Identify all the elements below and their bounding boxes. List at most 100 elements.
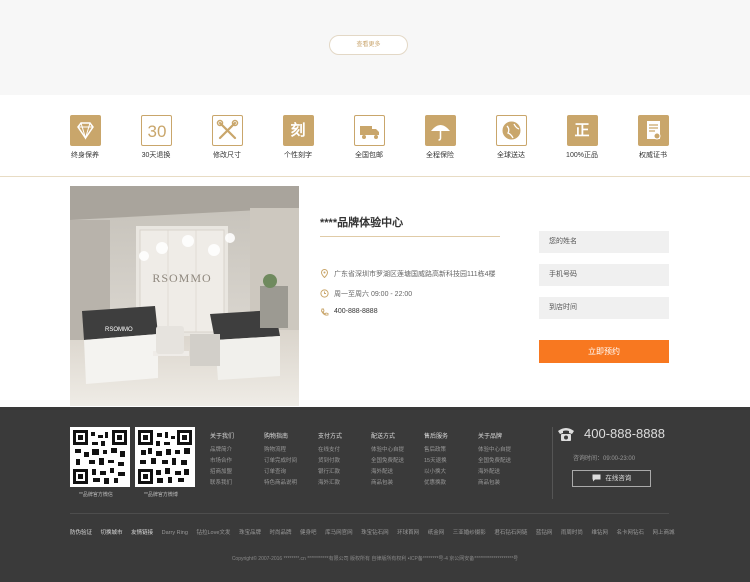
footer-col-about: 关于我们 品牌简介 市场合作 招商加盟 联系我们 [210,431,270,489]
weibo-qr-caption: **品牌官方微博 [144,492,178,498]
footer-col-after-sales: 售后服务 售后政策 15天退换 以小换大 优惠换款 [424,431,484,489]
title-underline [320,236,500,237]
footer-link[interactable]: 全国免费配送 [478,456,538,467]
service-global-delivery[interactable]: 全球送达 [485,115,537,160]
weibo-qr-code [135,427,195,487]
book-now-button[interactable]: 立即预约 [539,340,669,363]
friend-link[interactable]: Darry Ring [162,530,188,536]
footer-link[interactable]: 购物流程 [264,445,324,456]
friend-link[interactable]: 蓝钻网 [536,530,553,536]
footer-link[interactable]: 特色商品说明 [264,478,324,489]
service-label: 全球送达 [497,152,525,159]
footer-link[interactable]: 体验中心自提 [371,445,431,456]
footer-link[interactable]: 海外配送 [371,467,431,478]
top-section: 查看更多 [0,0,750,95]
footer-link[interactable]: 海外汇款 [318,478,378,489]
footer-link[interactable]: 优惠换款 [424,478,484,489]
footer-link[interactable]: 招商加盟 [210,467,270,478]
footer: **品牌官方微信 **品牌官方微博 关于我们 品牌简介 市场合作 招商加盟 联系… [0,407,750,582]
friend-link[interactable]: 库马网官网 [325,530,353,536]
service-certificate[interactable]: 权威证书 [627,115,679,160]
footer-link[interactable]: 体验中心自提 [478,445,538,456]
footer-link[interactable]: 品牌简介 [210,445,270,456]
footer-link[interactable]: 海外配送 [478,467,538,478]
friend-link[interactable]: 防伪验证 [70,530,92,536]
phone-icon [321,308,329,316]
footer-link[interactable]: 订单完成时间 [264,456,324,467]
engrave-icon: 刻 [282,115,314,146]
footer-col-title: 关于品牌 [478,434,503,440]
friend-link[interactable]: 切换城市 [101,530,123,536]
store-photo: RSOMMO RSOMMO [70,186,299,406]
footer-link[interactable]: 售后政策 [424,445,484,456]
footer-col-title: 购物指南 [264,434,289,440]
friend-link[interactable]: 珠宝钻石网 [361,530,389,536]
chat-bubble-icon [592,474,601,482]
friend-link[interactable]: 网上商城 [653,530,675,536]
footer-phone: 400-888-8888 [584,426,665,441]
copyright: Copyright© 2007-2016 ********.cn *******… [231,556,519,562]
service-label: 30天退换 [141,152,171,159]
footer-link[interactable]: 15天退换 [424,456,484,467]
view-more-button[interactable]: 查看更多 [329,35,408,55]
footer-col-title: 支付方式 [318,434,343,440]
friend-link[interactable]: 维钻网 [591,530,608,536]
genuine-icon: 正 [566,115,598,146]
wechat-qr-code [70,427,130,487]
service-30-day-return[interactable]: 30 30天退换 [130,115,182,160]
service-label: 100%正品 [566,152,598,159]
friend-link[interactable]: 三亚婚纱摄影 [453,530,486,536]
service-resize[interactable]: 修改尺寸 [201,115,253,160]
friend-link[interactable]: 名卡网钻石 [617,530,645,536]
store-phone-text: 400-888-8888 [334,308,378,315]
umbrella-icon [424,115,456,146]
friend-link[interactable]: 健身吧 [300,530,317,536]
service-engraving[interactable]: 刻 个性刻字 [272,115,324,160]
footer-link[interactable]: 银行汇款 [318,467,378,478]
footer-link[interactable]: 以小换大 [424,467,484,478]
location-pin-icon [320,269,329,278]
name-input[interactable]: 您的姓名 [539,231,669,253]
footer-link[interactable]: 在线支付 [318,445,378,456]
store-counter-sign: RSOMMO [105,327,133,333]
online-consult-label: 在线咨询 [605,475,632,482]
tools-icon [211,115,243,146]
footer-friend-links: 防伪验证 切换城市 友情链接 Darry Ring 钻拉Love文发 珠宝品牌 … [70,528,682,536]
friend-link[interactable]: 君石钻石网链 [494,530,527,536]
online-consult-button[interactable]: 在线咨询 [572,470,651,487]
friend-link[interactable]: 珠宝品牌 [239,530,261,536]
friend-link[interactable]: 环球首网 [397,530,419,536]
visit-time-input[interactable]: 到店时间 [539,297,669,319]
phone-input[interactable]: 手机号码 [539,264,669,286]
footer-link[interactable]: 货到付款 [318,456,378,467]
footer-col-brand: 关于品牌 体验中心自提 全国免费配送 海外配送 商品包装 [478,431,538,489]
service-insurance[interactable]: 全程保险 [414,115,466,160]
service-free-shipping[interactable]: 全国包邮 [343,115,395,160]
store-address-text: 广东省深圳市罗湖区莲塘国威路高新科技园111栋4楼 [334,271,496,278]
footer-col-shopping-guide: 购物指南 购物流程 订单完成时间 订单查询 特色商品说明 [264,431,324,489]
friend-link[interactable]: 钻拉Love文发 [196,530,230,536]
diamond-icon [69,115,101,146]
footer-link[interactable]: 商品包装 [371,478,431,489]
footer-link[interactable]: 联系我们 [210,478,270,489]
footer-col-title: 关于我们 [210,434,235,440]
footer-separator [70,513,669,514]
globe-icon [495,115,527,146]
footer-link[interactable]: 订单查询 [264,467,324,478]
service-label: 个性刻字 [284,152,312,159]
service-lifetime-care[interactable]: 终身保养 [59,115,111,160]
service-genuine[interactable]: 正 100%正品 [556,115,608,160]
store-sign: RSOMMO [152,271,211,285]
wechat-qr-caption: **品牌官方微信 [79,492,113,498]
friend-link[interactable]: 雨周时尚 [561,530,583,536]
service-label: 全国包邮 [355,152,383,159]
friend-link[interactable]: 时尚品牌 [269,530,291,536]
footer-link[interactable]: 全国免费配送 [371,456,431,467]
friend-link[interactable]: 纸金网 [428,530,445,536]
telephone-icon [558,428,574,441]
friend-link[interactable]: 友情链接 [131,530,153,536]
footer-link[interactable]: 商品包装 [478,478,538,489]
footer-link[interactable]: 市场合作 [210,456,270,467]
service-label: 权威证书 [639,152,667,159]
thirty-days-icon: 30 [140,115,172,146]
